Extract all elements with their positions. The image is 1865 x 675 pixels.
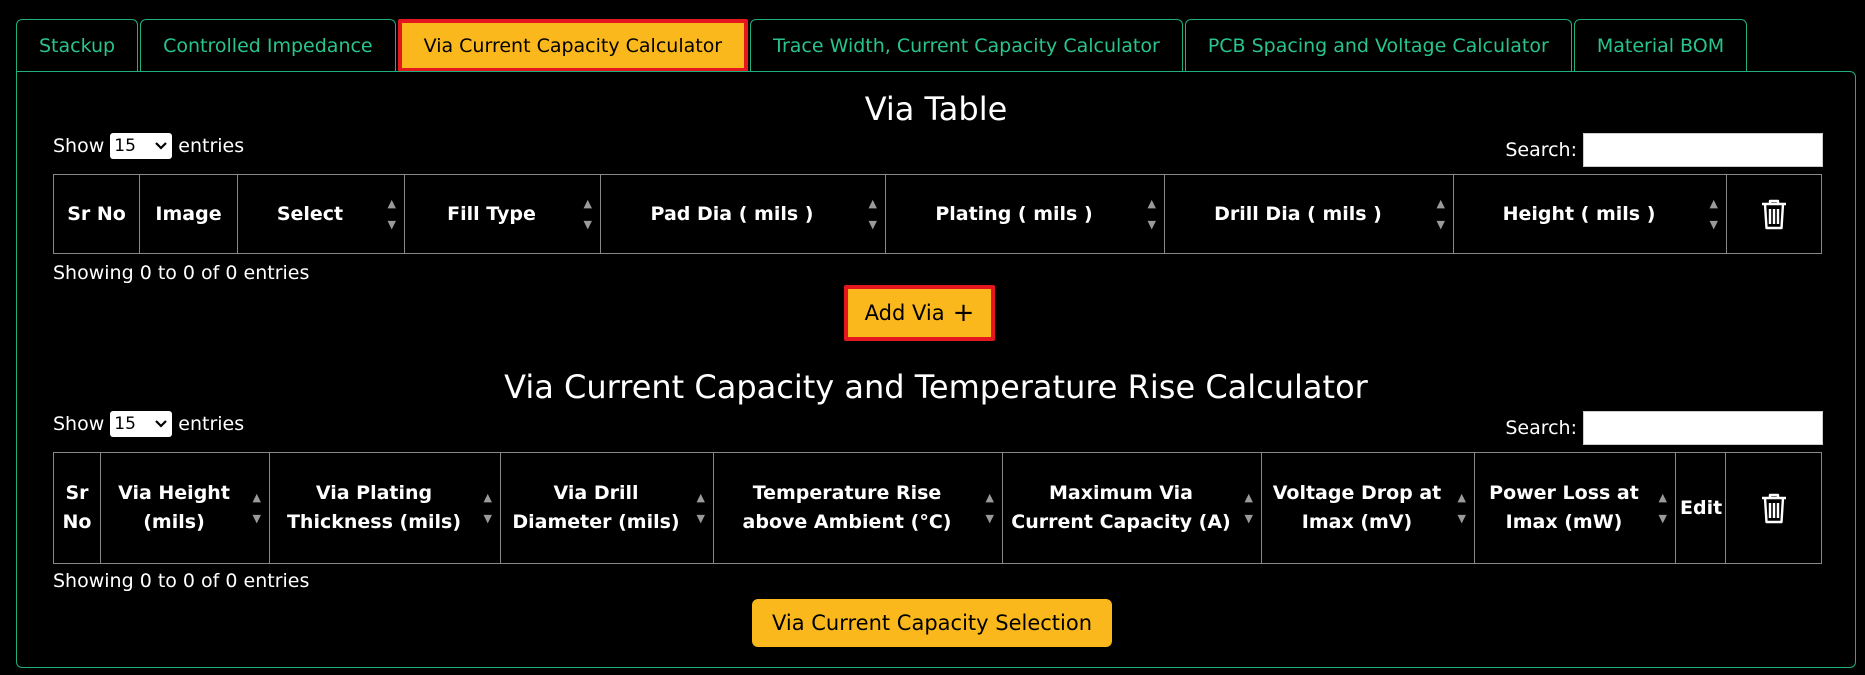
- delete-all-button[interactable]: [1725, 452, 1822, 564]
- show-label: Show: [53, 413, 105, 435]
- trash-icon: [1731, 198, 1817, 230]
- search-label: Search:: [1505, 139, 1577, 161]
- sort-icon: ▲ ▼: [1658, 491, 1667, 525]
- via-current-capacity-selection-button[interactable]: Via Current Capacity Selection: [752, 599, 1112, 647]
- col-height[interactable]: Height ( mils ) ▲ ▼: [1453, 174, 1727, 254]
- col-via-plating[interactable]: Via Plating Thickness (mils) ▲ ▼: [269, 452, 501, 564]
- entries-label: entries: [178, 135, 245, 157]
- col-drill-dia[interactable]: Drill Dia ( mils ) ▲ ▼: [1164, 174, 1454, 254]
- col-via-plating-label: Via Plating Thickness (mils): [286, 482, 462, 533]
- add-via-button[interactable]: Add Via +: [844, 285, 995, 341]
- tab-via-current-capacity[interactable]: Via Current Capacity Calculator: [397, 19, 749, 72]
- col-pad-dia-label: Pad Dia ( mils ): [650, 202, 814, 225]
- via-search-input[interactable]: [1583, 133, 1823, 167]
- via-table-header: Sr No Image Select ▲ ▼ Fill Type ▲ ▼ Pad Dia…: [53, 174, 1822, 254]
- col-max-current[interactable]: Maximum Via Current Capacity (A) ▲ ▼: [1002, 452, 1262, 564]
- via-table-search: Search:: [1505, 133, 1823, 167]
- sort-icon: ▲ ▼: [1436, 197, 1445, 231]
- tab-controlled-impedance[interactable]: Controlled Impedance: [140, 19, 396, 72]
- tab-panel: Via Table Show 15 entries Search: Sr No …: [16, 71, 1856, 668]
- sort-icon: ▲ ▼: [583, 197, 592, 231]
- show-label: Show: [53, 135, 105, 157]
- sort-icon: ▲ ▼: [1244, 491, 1253, 525]
- via-table-title: Via Table: [864, 90, 1008, 128]
- tab-trace-width[interactable]: Trace Width, Current Capacity Calculator: [750, 19, 1183, 72]
- col-drill-dia-label: Drill Dia ( mils ): [1214, 202, 1382, 225]
- tab-pcb-spacing[interactable]: PCB Spacing and Voltage Calculator: [1184, 19, 1572, 72]
- sort-icon: ▲ ▼: [483, 491, 492, 525]
- col-height-label: Height ( mils ): [1502, 202, 1656, 225]
- calc-entries-select[interactable]: 15: [110, 411, 173, 437]
- sort-icon: ▲ ▼: [1709, 197, 1718, 231]
- calc-table-header: Sr No Via Height (mils) ▲ ▼ Via Plating Th…: [53, 452, 1822, 564]
- col-power-loss[interactable]: Power Loss at Imax (mW) ▲ ▼: [1474, 452, 1676, 564]
- col-via-drill[interactable]: Via Drill Diameter (mils) ▲ ▼: [500, 452, 714, 564]
- calc-search-input[interactable]: [1583, 411, 1823, 445]
- sort-icon: ▲ ▼: [696, 491, 705, 525]
- col-fill-type[interactable]: Fill Type ▲ ▼: [404, 174, 601, 254]
- calc-table-title: Via Current Capacity and Temperature Ris…: [504, 368, 1368, 406]
- chevron-down-icon: [154, 136, 168, 156]
- col-plating-label: Plating ( mils ): [935, 202, 1093, 225]
- trash-icon: [1730, 492, 1817, 524]
- sort-icon: ▲ ▼: [252, 491, 261, 525]
- calc-table-info: Showing 0 to 0 of 0 entries: [53, 570, 310, 592]
- col-sr-no: Sr No: [53, 452, 101, 564]
- col-image: Image: [139, 174, 238, 254]
- add-via-label: Add Via: [864, 301, 945, 325]
- col-via-height[interactable]: Via Height (mils) ▲ ▼: [100, 452, 270, 564]
- col-sr-no: Sr No: [53, 174, 140, 254]
- sort-icon: ▲ ▼: [1147, 197, 1156, 231]
- sort-icon: ▲ ▼: [387, 197, 396, 231]
- col-max-current-label: Maximum Via Current Capacity (A): [1011, 482, 1231, 533]
- col-edit: Edit: [1675, 452, 1726, 564]
- col-temp-rise-label: Temperature Rise above Ambient (°C): [742, 482, 952, 533]
- calc-table: Sr No Via Height (mils) ▲ ▼ Via Plating Th…: [53, 452, 1822, 564]
- sort-icon: ▲ ▼: [868, 197, 877, 231]
- search-label: Search:: [1505, 417, 1577, 439]
- via-table: Sr No Image Select ▲ ▼ Fill Type ▲ ▼ Pad Dia…: [53, 174, 1822, 254]
- tab-material-bom[interactable]: Material BOM: [1573, 19, 1748, 72]
- entries-value: 15: [114, 414, 136, 434]
- col-temp-rise[interactable]: Temperature Rise above Ambient (°C) ▲ ▼: [713, 452, 1003, 564]
- tab-bar: Stackup Controlled Impedance Via Current…: [16, 19, 1749, 72]
- calc-table-length-control: Show 15 entries: [53, 411, 244, 437]
- via-table-length-control: Show 15 entries: [53, 133, 244, 159]
- plus-icon: +: [952, 298, 975, 328]
- col-voltage-drop-label: Voltage Drop at Imax (mV): [1272, 482, 1442, 533]
- calc-table-search: Search:: [1505, 411, 1823, 445]
- col-via-height-label: Via Height (mils): [118, 482, 230, 533]
- col-via-drill-label: Via Drill Diameter (mils): [512, 482, 680, 533]
- entries-label: entries: [178, 413, 245, 435]
- delete-all-button[interactable]: [1726, 174, 1822, 254]
- col-select[interactable]: Select ▲ ▼: [237, 174, 405, 254]
- sort-icon: ▲ ▼: [1457, 491, 1466, 525]
- sort-icon: ▲ ▼: [985, 491, 994, 525]
- col-plating[interactable]: Plating ( mils ) ▲ ▼: [885, 174, 1165, 254]
- via-table-info: Showing 0 to 0 of 0 entries: [53, 262, 310, 284]
- chevron-down-icon: [154, 414, 168, 434]
- col-pad-dia[interactable]: Pad Dia ( mils ) ▲ ▼: [600, 174, 886, 254]
- via-entries-select[interactable]: 15: [110, 133, 173, 159]
- tab-stackup[interactable]: Stackup: [16, 19, 139, 72]
- col-power-loss-label: Power Loss at Imax (mW): [1489, 482, 1639, 533]
- col-voltage-drop[interactable]: Voltage Drop at Imax (mV) ▲ ▼: [1261, 452, 1475, 564]
- col-select-label: Select: [276, 202, 344, 225]
- col-fill-type-label: Fill Type: [447, 202, 536, 225]
- entries-value: 15: [114, 136, 136, 156]
